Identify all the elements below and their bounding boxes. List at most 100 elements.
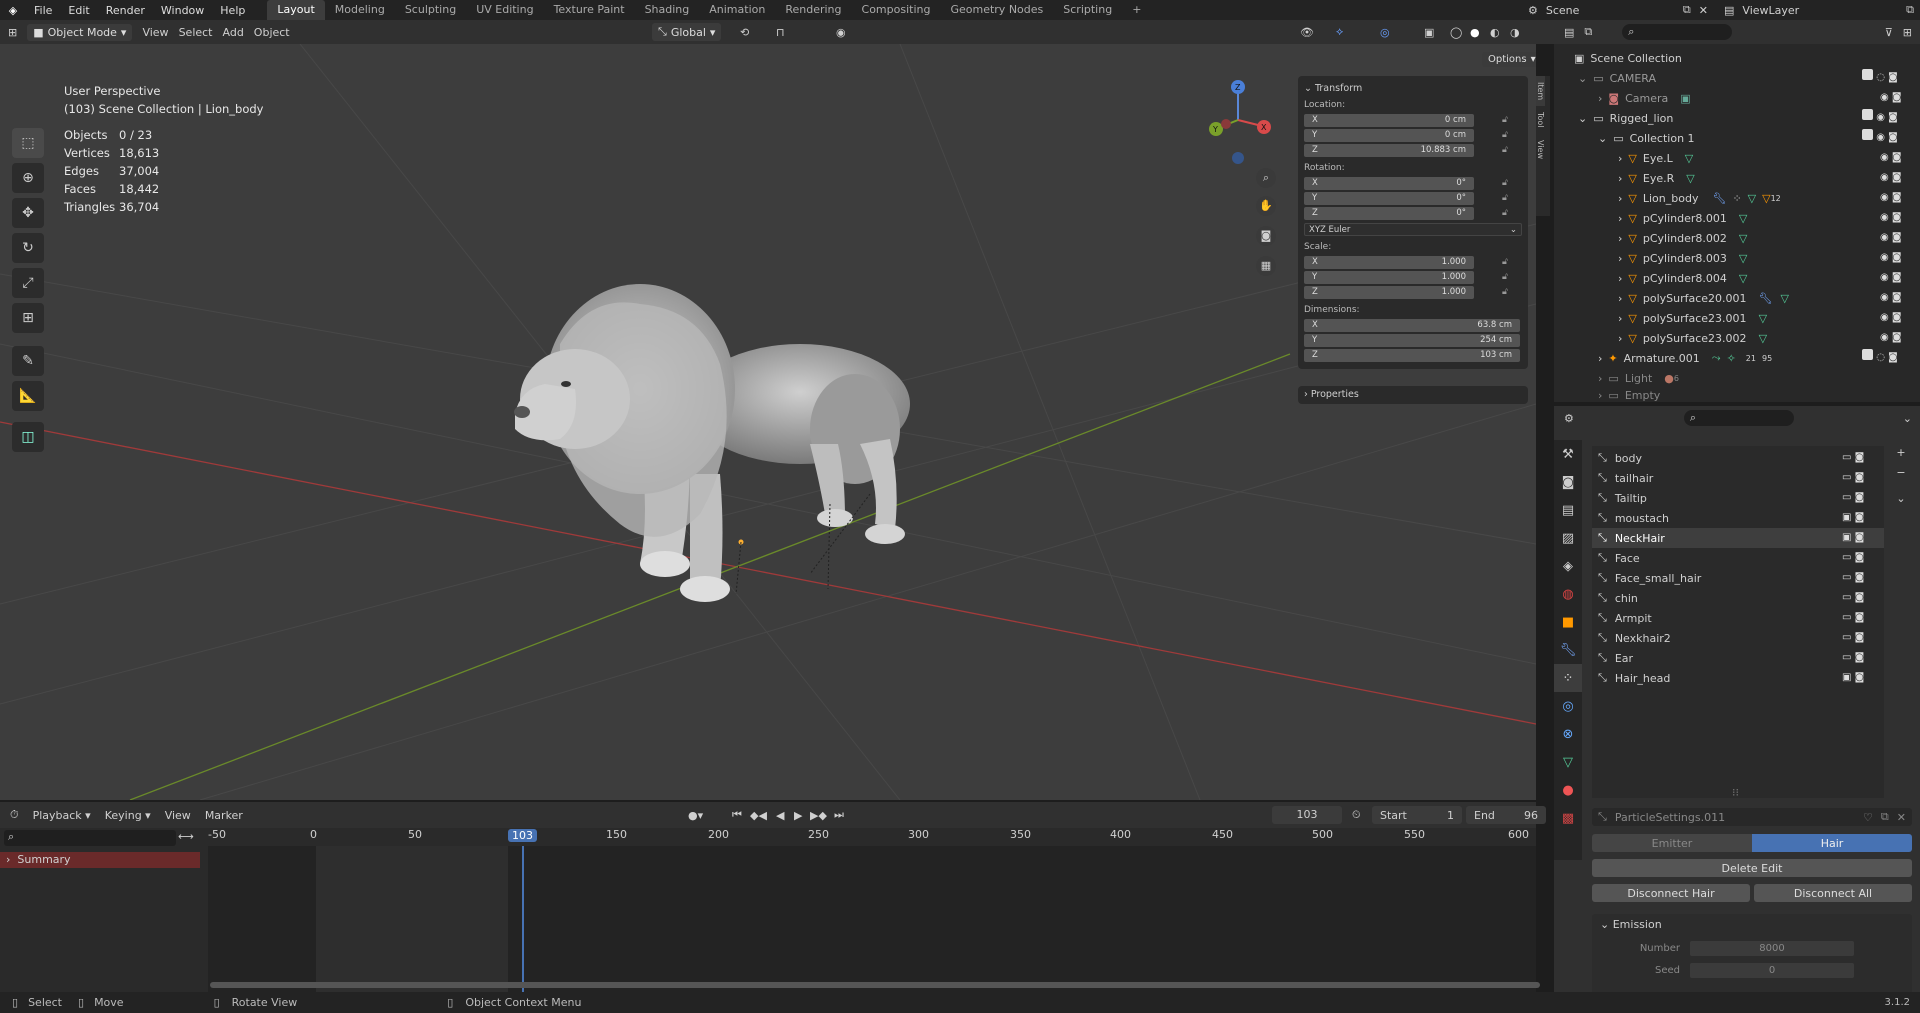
menu-render[interactable]: Render: [98, 4, 153, 17]
viewport-display-icon[interactable]: ▣: [1842, 512, 1851, 523]
next-keyframe-icon[interactable]: ▶◆: [810, 809, 827, 822]
viewport-display-icon[interactable]: ▭: [1842, 632, 1851, 643]
transform-panel-header[interactable]: ⌄ Transform: [1304, 83, 1522, 94]
render-toggle-icon[interactable]: ◙: [1855, 512, 1865, 523]
eye-icon[interactable]: ◉: [1880, 192, 1889, 203]
camera-toggle-icon[interactable]: ◙: [1892, 292, 1902, 303]
emission-header[interactable]: ⌄ Emission: [1592, 914, 1912, 934]
options-dropdown[interactable]: Options ▾: [1482, 52, 1536, 67]
camera-toggle-icon[interactable]: ◙: [1892, 152, 1902, 163]
lock-icon[interactable]: 🔓︎: [1502, 193, 1508, 203]
move-tool-icon[interactable]: ✥: [12, 198, 44, 228]
outliner-row[interactable]: ▣ Scene Collection: [1554, 48, 1920, 68]
outliner-row[interactable]: › ▭ Empty: [1554, 388, 1920, 402]
scale-tool-icon[interactable]: ⤢: [12, 268, 44, 298]
view-layer-tab-icon[interactable]: ▨: [1554, 524, 1582, 552]
texture-tab-icon[interactable]: ▩: [1554, 804, 1582, 832]
properties-panel-header[interactable]: › Properties: [1298, 386, 1528, 404]
viewport-display-icon[interactable]: ▣: [1842, 672, 1851, 683]
location-z-field[interactable]: Z 10.883 cm 🔓︎: [1304, 143, 1522, 157]
disconnect-all-button[interactable]: Disconnect All: [1754, 884, 1912, 902]
swap-icon[interactable]: ⟷: [178, 830, 194, 843]
mode-dropdown[interactable]: ■ Object Mode ▾: [27, 23, 133, 41]
lock-icon[interactable]: 🔓︎: [1502, 145, 1508, 155]
tab-animation[interactable]: Animation: [699, 0, 775, 20]
scale-x-field[interactable]: X 1.000 🔓︎: [1304, 255, 1522, 269]
copy-icon[interactable]: ⧉: [1683, 3, 1691, 17]
seed-field[interactable]: 0: [1690, 962, 1854, 978]
lock-icon[interactable]: 🔓︎: [1502, 257, 1508, 267]
render-toggle-icon[interactable]: ◙: [1855, 632, 1865, 643]
disconnect-hair-button[interactable]: Disconnect Hair: [1592, 884, 1750, 902]
eye-icon[interactable]: ◉: [1880, 212, 1889, 223]
timeline-scrollbar[interactable]: [210, 982, 1540, 988]
render-toggle-icon[interactable]: ◙: [1855, 612, 1865, 623]
play-icon[interactable]: ▶: [794, 809, 802, 822]
tab-sculpting[interactable]: Sculpting: [395, 0, 466, 20]
viewport-display-icon[interactable]: ▭: [1842, 492, 1851, 503]
menu-object[interactable]: Object: [254, 26, 290, 39]
camera-toggle-icon[interactable]: ◙: [1892, 172, 1902, 183]
filter-icon[interactable]: ⊽: [1885, 26, 1893, 39]
particle-settings-selector[interactable]: ⤡ ParticleSettings.011 ♡ ⧉ ✕: [1592, 808, 1912, 826]
view-layer-selector[interactable]: ▤ ViewLayer ⧉: [1724, 2, 1914, 18]
render-toggle-icon[interactable]: ◙: [1855, 592, 1865, 603]
playback-menu[interactable]: Playback ▾: [33, 809, 91, 822]
snap-icon[interactable]: ⊓: [776, 26, 785, 39]
duplicate-icon[interactable]: ⧉: [1881, 810, 1889, 824]
menu-add[interactable]: Add: [223, 26, 244, 39]
rotation-y-field[interactable]: Y 0° 🔓︎: [1304, 191, 1522, 205]
lock-icon[interactable]: 🔓︎: [1502, 208, 1508, 218]
list-item[interactable]: ⤡ Ear: [1592, 648, 1884, 668]
zoom-icon[interactable]: ⌕: [1256, 168, 1276, 188]
include-checkbox[interactable]: [1862, 69, 1873, 80]
list-item[interactable]: ⤡ chin: [1592, 588, 1884, 608]
tab-uv-editing[interactable]: UV Editing: [466, 0, 543, 20]
camera-toggle-icon[interactable]: ◙: [1888, 352, 1898, 363]
camera-toggle-icon[interactable]: ◙: [1892, 272, 1902, 283]
eye-icon[interactable]: ◉: [1880, 252, 1889, 263]
tab-view[interactable]: View: [1536, 134, 1545, 165]
rendered-shading-icon[interactable]: ◑: [1510, 26, 1520, 39]
xray-icon[interactable]: ▣: [1424, 26, 1434, 39]
menu-file[interactable]: File: [26, 4, 60, 17]
copy-icon[interactable]: ⧉: [1906, 3, 1914, 17]
keying-menu[interactable]: Keying ▾: [105, 809, 151, 822]
lock-icon[interactable]: 🔓︎: [1502, 115, 1508, 125]
display-mode-icon[interactable]: ⧉: [1584, 25, 1592, 39]
dimensions-z-field[interactable]: Z 103 cm: [1304, 348, 1522, 362]
list-item[interactable]: ⤡ tailhair: [1592, 468, 1884, 488]
editor-type-icon[interactable]: ⏱: [10, 808, 19, 822]
material-shading-icon[interactable]: ◐: [1490, 26, 1500, 39]
tab-modeling[interactable]: Modeling: [325, 0, 395, 20]
marker-menu[interactable]: Marker: [205, 809, 243, 822]
viewport-display-icon[interactable]: ▭: [1842, 472, 1851, 483]
render-toggle-icon[interactable]: ◙: [1855, 452, 1865, 463]
list-resize-handle[interactable]: ⁝⁝: [1732, 786, 1739, 799]
list-item[interactable]: ⤡ Nexkhair2: [1592, 628, 1884, 648]
menu-view[interactable]: View: [142, 26, 168, 39]
location-y-field[interactable]: Y0 cm 🔓︎: [1304, 128, 1522, 142]
tab-tool[interactable]: Tool: [1536, 106, 1545, 134]
eye-icon[interactable]: ◉: [1880, 232, 1889, 243]
tab-texture-paint[interactable]: Texture Paint: [544, 0, 635, 20]
camera-toggle-icon[interactable]: ◙: [1892, 332, 1902, 343]
emitter-tab[interactable]: Emitter: [1592, 834, 1752, 852]
constraints-tab-icon[interactable]: ⊗: [1554, 720, 1582, 748]
camera-toggle-icon[interactable]: ◙: [1888, 132, 1898, 143]
ortho-grid-icon[interactable]: ▦: [1256, 256, 1276, 276]
viewport-display-icon[interactable]: ▭: [1842, 552, 1851, 563]
world-tab-icon[interactable]: ◍: [1554, 580, 1582, 608]
outliner-row[interactable]: › ▭ Light ● 6: [1554, 368, 1920, 388]
camera-toggle-icon[interactable]: ◙: [1892, 92, 1902, 103]
render-toggle-icon[interactable]: ◙: [1855, 492, 1865, 503]
prev-keyframe-icon[interactable]: ◆◀: [750, 809, 767, 822]
eye-icon[interactable]: ◉: [1880, 272, 1889, 283]
viewport-display-icon[interactable]: ▣: [1842, 532, 1851, 543]
modifier-tab-icon[interactable]: 🔧︎: [1554, 636, 1582, 664]
eye-icon[interactable]: ◌: [1876, 352, 1885, 363]
wireframe-shading-icon[interactable]: ◯: [1450, 26, 1462, 39]
eye-icon[interactable]: ◉: [1880, 292, 1889, 303]
eye-icon[interactable]: ◉: [1880, 152, 1889, 163]
lock-icon[interactable]: 🔓︎: [1502, 272, 1508, 282]
